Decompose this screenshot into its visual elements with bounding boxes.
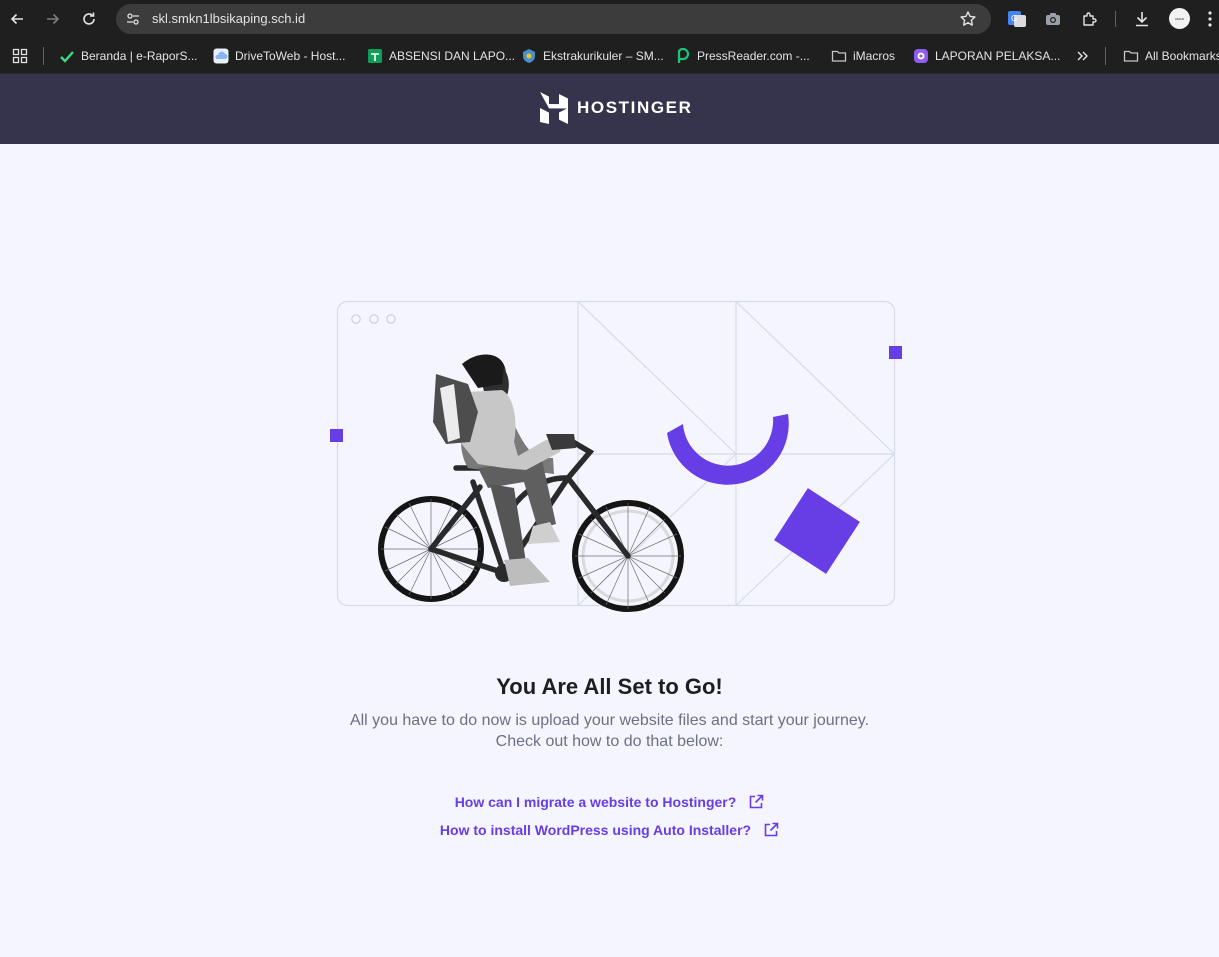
folder-icon <box>831 48 847 64</box>
download-icon <box>1136 12 1148 27</box>
hostinger-h-logo-icon <box>540 92 568 124</box>
tune-icon <box>127 13 139 25</box>
bookmarks-divider <box>1105 47 1106 65</box>
apps-grid-icon <box>12 48 28 64</box>
screenshot-button[interactable] <box>1042 8 1064 30</box>
address-bar[interactable]: skl.smkn1lbsikaping.sch.id <box>116 4 991 34</box>
hostinger-logo[interactable]: HOSTINGER <box>540 92 692 124</box>
arrow-right-icon <box>47 13 60 25</box>
erapor-icon <box>59 48 75 64</box>
more-vertical-icon <box>1208 11 1212 27</box>
bookmark-laporan[interactable]: LAPORAN PELAKSA... <box>913 47 1060 65</box>
browser-toolbar: skl.smkn1lbsikaping.sch.id G ᴀᴍᴀʀ <box>0 0 1219 38</box>
window-dot-icon <box>386 314 396 324</box>
folder-icon <box>1123 48 1139 64</box>
puzzle-icon <box>1083 12 1097 26</box>
reload-icon <box>83 12 95 25</box>
page-title: You Are All Set to Go! <box>496 674 723 699</box>
grid-lines <box>577 301 895 606</box>
profile-avatar[interactable]: ᴀᴍᴀʀ <box>1169 8 1190 29</box>
reload-button[interactable] <box>77 7 101 31</box>
accent-square <box>330 429 343 442</box>
accent-diamond <box>774 488 860 574</box>
sheets-icon <box>367 48 383 64</box>
accent-arc <box>667 414 789 485</box>
migrate-website-link[interactable]: How can I migrate a website to Hostinger… <box>0 794 1219 810</box>
hero-illustration <box>330 300 902 612</box>
install-wordpress-link[interactable]: How to install WordPress using Auto Inst… <box>0 822 1219 838</box>
bookmark-absensi[interactable]: ABSENSI DAN LAPO... <box>367 47 515 65</box>
apps-button[interactable] <box>12 47 28 65</box>
more-bookmarks-button[interactable] <box>1076 47 1090 65</box>
bookmark-folder-imacros[interactable]: iMacros <box>831 47 895 65</box>
window-dot-icon <box>351 314 361 324</box>
accent-square <box>889 346 902 359</box>
browser-menu-button[interactable] <box>1203 8 1217 30</box>
forward-button[interactable] <box>41 7 65 31</box>
camera-icon <box>1046 13 1060 25</box>
wheel-spokes <box>381 499 681 609</box>
bookmarks-divider <box>43 47 44 65</box>
logo-text: HOSTINGER <box>577 98 693 117</box>
url-text[interactable]: skl.smkn1lbsikaping.sch.id <box>152 11 305 26</box>
svg-text:G: G <box>1011 14 1017 23</box>
subtitle-line-1: All you have to do now is upload your we… <box>349 712 870 729</box>
site-info-button[interactable] <box>123 9 143 29</box>
arrow-left-icon <box>10 13 23 25</box>
google-translate-icon: G <box>1008 11 1026 27</box>
star-icon[interactable] <box>959 10 977 28</box>
bookmark-ekstrakurikuler[interactable]: Ekstrakurikuler – SM... <box>521 47 664 65</box>
external-link-icon <box>749 794 764 809</box>
back-button[interactable] <box>5 7 29 31</box>
downloads-button[interactable] <box>1131 8 1153 30</box>
extensions-button[interactable] <box>1079 8 1101 30</box>
cloud-icon <box>213 48 229 64</box>
all-bookmarks-button[interactable]: All Bookmarks <box>1123 47 1219 65</box>
forms-icon <box>913 48 929 64</box>
bookmark-drivetoweb[interactable]: DriveToWeb - Host... <box>213 47 345 65</box>
subtitle-line-2: Check out how to do that below: <box>495 733 724 750</box>
external-link-icon <box>764 822 779 837</box>
school-emblem-icon <box>521 48 537 64</box>
bookmark-pressreader[interactable]: PressReader.com -... <box>675 47 810 65</box>
window-dot-icon <box>369 314 379 324</box>
bookmark-erapor[interactable]: Beranda | e-RaporS... <box>59 47 198 65</box>
pressreader-icon <box>675 48 691 64</box>
chevron-double-right-icon <box>1077 51 1088 61</box>
cyclist-illustration <box>378 354 684 612</box>
translate-button[interactable]: G <box>1006 8 1028 30</box>
toolbar-divider <box>1115 11 1116 27</box>
